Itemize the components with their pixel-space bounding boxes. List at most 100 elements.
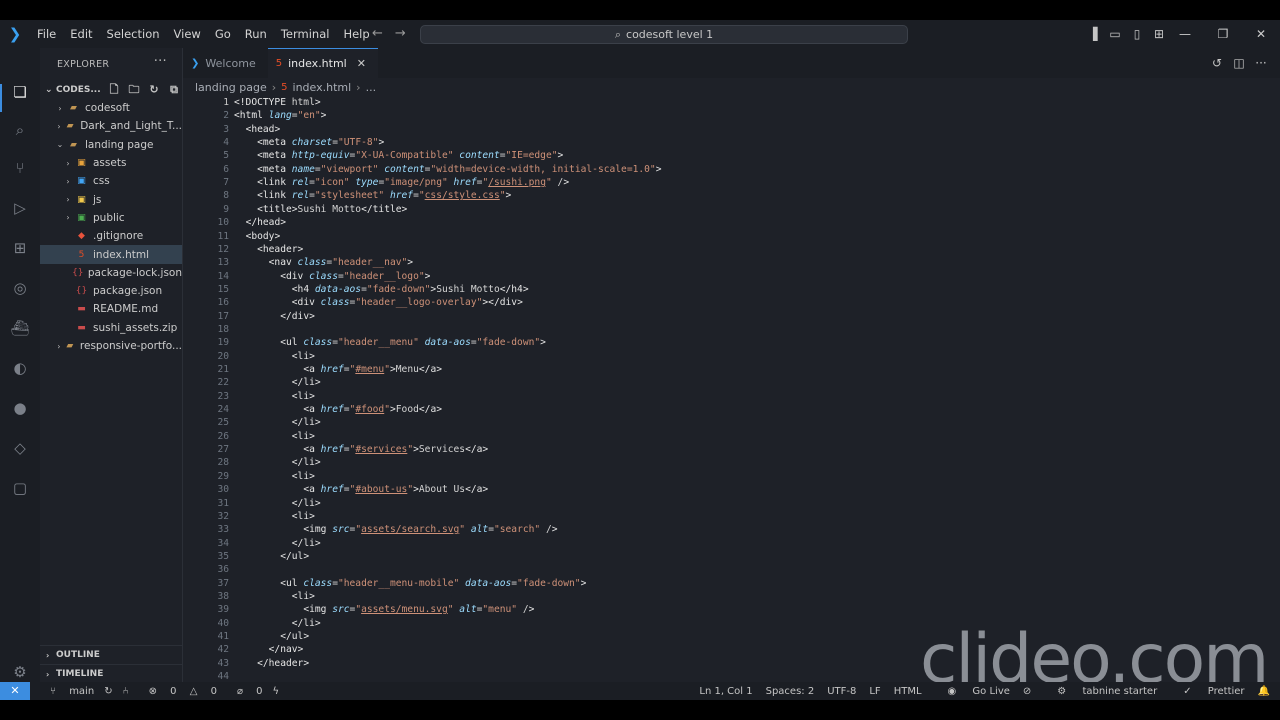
ports-count: 0 [256, 685, 263, 697]
ports-indicator[interactable]: ⌀ 0 [227, 686, 263, 697]
toggle-panel-icon[interactable]: ▭ [1104, 27, 1126, 41]
workspace-root[interactable]: ⌄ CODES... 🗋 🗀 ↻ ⧉ [40, 80, 182, 99]
menu-run[interactable]: Run [238, 20, 274, 48]
folder-icon: ▰ [70, 139, 77, 150]
tree-folder[interactable]: › ▰ codesoft [40, 99, 182, 117]
more-actions-icon[interactable]: ··· [154, 54, 167, 69]
tab-index-html[interactable]: 5 index.html ✕ [267, 48, 378, 78]
menu-go[interactable]: Go [208, 20, 238, 48]
more-editor-actions-icon[interactable]: ··· [1250, 56, 1272, 70]
toggle-secondary-sidebar-icon[interactable]: ▯ [1126, 27, 1148, 41]
layout-controls: ▐ ▭ ▯ ⊞ [1082, 20, 1170, 48]
new-file-icon[interactable]: 🗋 [104, 80, 124, 99]
file-icon: ◆ [78, 231, 85, 242]
back-arrow-icon[interactable]: ← [372, 26, 383, 41]
chevron-right-icon: › [66, 213, 70, 223]
run-debug-icon[interactable]: ▷ [8, 196, 32, 220]
menu-selection[interactable]: Selection [100, 20, 167, 48]
navigation-arrows: ← → [372, 20, 418, 48]
tree-label: package.json [93, 285, 163, 298]
menu-view[interactable]: View [167, 20, 208, 48]
code-line: <link rel="icon" type="image/png" href="… [257, 177, 570, 189]
explorer-icon[interactable]: ❏ [8, 80, 32, 104]
close-window-icon[interactable]: ✕ [1242, 20, 1280, 48]
new-folder-icon[interactable]: 🗀 [124, 80, 144, 99]
tree-label: package-lock.json [87, 266, 182, 279]
tree-folder[interactable]: › ▣ css [40, 172, 182, 190]
tree-folder[interactable]: › ▰ responsive-portfo... [40, 337, 182, 355]
menu-help[interactable]: Help [336, 20, 376, 48]
menu-terminal[interactable]: Terminal [274, 20, 337, 48]
problems-indicator[interactable]: ⊗ 0 △ 0 [139, 686, 217, 697]
tab-label: Welcome [205, 56, 256, 70]
go-live-button[interactable]: ◉ Go Live [935, 686, 1010, 697]
breadcrumb-file[interactable]: index.html [293, 81, 352, 94]
restore-icon[interactable]: ❐ [1204, 20, 1242, 48]
tree-label: css [93, 175, 110, 188]
toggle-primary-sidebar-icon[interactable]: ▐ [1082, 27, 1104, 41]
menu-file[interactable]: File [30, 20, 63, 48]
language-mode[interactable]: HTML [894, 686, 922, 697]
chevron-right-icon: › [66, 195, 70, 205]
extensions-icon[interactable]: ⊞ [8, 236, 32, 260]
prettier-indicator[interactable]: ✓ Prettier [1170, 686, 1244, 697]
remote-explorer-icon[interactable]: ◎ [8, 276, 32, 300]
file-icon: {} [75, 286, 88, 297]
sync-icon[interactable]: ↻ [104, 686, 112, 697]
file-tree: › ▰ codesoft › ▰ Dark_and_Light_T... ⌄ ▰ landing… [40, 99, 182, 355]
tabnine-indicator[interactable]: ⚙ tabnine starter [1044, 686, 1157, 697]
docker-icon[interactable]: ⛴ [8, 316, 32, 340]
tree-folder[interactable]: › ▣ assets [40, 154, 182, 172]
code-editor[interactable]: 1 <!DOCTYPE html> 2 <html lang="en"> 3 <head… [183, 96, 1280, 682]
command-center[interactable]: ⌕ codesoft level 1 [420, 25, 908, 44]
tree-folder[interactable]: › ▣ public [40, 209, 182, 227]
search-view-icon[interactable]: ⌕ [8, 118, 32, 142]
tab-welcome[interactable]: ❯ Welcome [183, 48, 268, 78]
chat-icon[interactable]: ▢ [8, 476, 32, 500]
tree-folder[interactable]: › ▣ js [40, 190, 182, 208]
git-graph-status-icon[interactable]: ⑃ [123, 686, 129, 697]
line-number: 23 [217, 390, 229, 402]
timeline-section[interactable]: › TIMELINE [40, 664, 183, 683]
lightning-icon[interactable]: ϟ [273, 686, 280, 697]
tree-file[interactable]: {} package-lock.json [40, 264, 182, 282]
code-line: <img src="assets/menu.svg" alt="menu" /> [303, 604, 535, 616]
tree-folder[interactable]: › ▰ Dark_and_Light_T... [40, 117, 182, 135]
breadcrumb-more[interactable]: ... [366, 81, 377, 94]
code-line: <head> [245, 123, 281, 135]
line-number: 38 [217, 590, 229, 602]
refresh-icon[interactable]: ↻ [144, 80, 164, 99]
split-editor-icon[interactable]: ◫ [1228, 56, 1250, 70]
indentation[interactable]: Spaces: 2 [766, 686, 815, 697]
github-icon[interactable]: ● [8, 396, 32, 420]
menu-edit[interactable]: Edit [63, 20, 99, 48]
tree-file[interactable]: 5 index.html [40, 245, 182, 264]
end-of-line[interactable]: LF [869, 686, 880, 697]
tree-folder[interactable]: ⌄ ▰ landing page [40, 136, 182, 154]
notifications-bell-icon[interactable]: 🔔 [1258, 686, 1270, 697]
close-tab-icon[interactable]: ✕ [357, 57, 366, 70]
encoding[interactable]: UTF-8 [827, 686, 856, 697]
extension-view-icon[interactable]: ◇ [8, 436, 32, 460]
outline-section[interactable]: › OUTLINE [40, 645, 183, 664]
branch-indicator[interactable]: ⑂ main [40, 686, 94, 697]
code-line: </ul> [280, 631, 310, 642]
git-graph-icon[interactable]: ◐ [8, 356, 32, 380]
tree-file[interactable]: ◆ .gitignore [40, 227, 182, 245]
copilot-disabled-icon[interactable]: ⊘ [1023, 686, 1031, 697]
source-control-icon[interactable]: ⑂ [8, 156, 32, 180]
minimize-icon[interactable]: — [1166, 20, 1204, 48]
tree-file[interactable]: ▬ sushi_assets.zip [40, 319, 182, 337]
forward-arrow-icon[interactable]: → [395, 26, 406, 41]
collapse-all-icon[interactable]: ⧉ [164, 80, 184, 99]
timeline-label: TIMELINE [56, 669, 104, 679]
settings-gear-icon[interactable]: ⚙ [8, 660, 32, 684]
tabnine-label: tabnine starter [1082, 685, 1158, 697]
tree-file[interactable]: {} package.json [40, 282, 182, 300]
tree-file[interactable]: ▬ README.md [40, 300, 182, 318]
code-line: <a href="#services">Services</a> [303, 444, 489, 456]
cursor-position[interactable]: Ln 1, Col 1 [699, 686, 752, 697]
timeline-history-icon[interactable]: ↺ [1206, 56, 1228, 70]
breadcrumb-folder[interactable]: landing page [195, 81, 267, 94]
remote-indicator-icon[interactable]: ✕ [0, 682, 30, 700]
